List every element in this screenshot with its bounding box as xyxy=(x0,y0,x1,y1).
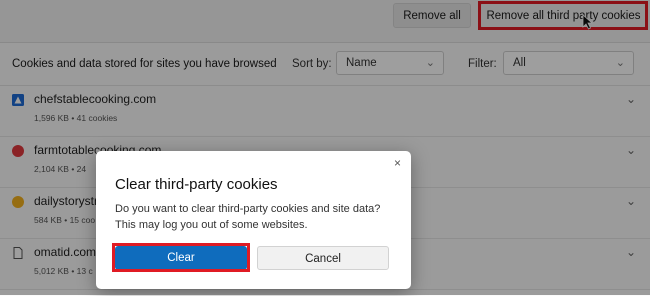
clear-cookies-dialog: × Clear third-party cookies Do you want … xyxy=(96,151,411,289)
close-icon[interactable]: × xyxy=(394,156,401,170)
cookie-settings-page: Remove all Remove all third party cookie… xyxy=(0,0,650,296)
clear-button[interactable]: Clear xyxy=(115,246,247,270)
dialog-title: Clear third-party cookies xyxy=(115,176,278,193)
dialog-message: Do you want to clear third-party cookies… xyxy=(115,203,381,231)
cancel-button[interactable]: Cancel xyxy=(257,246,389,270)
